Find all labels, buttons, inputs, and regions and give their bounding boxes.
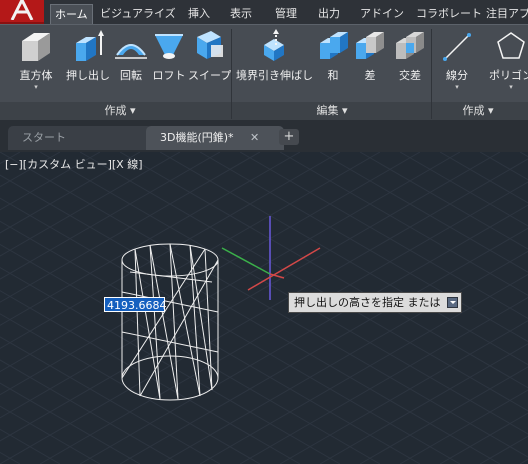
ribbon-tab-bar: ホーム ビジュアライズ 挿入 表示 管理 出力 アドイン コラボレート 注目アプ (0, 0, 528, 25)
tab-collaborate[interactable]: コラボレート (412, 4, 486, 24)
tab-drawing-3d-cone[interactable]: 3D機能(円錐)* (146, 126, 284, 150)
grid-line (0, 152, 101, 211)
dynamic-input-field[interactable]: 4193.6684 (104, 297, 167, 312)
intersect-icon (396, 32, 424, 59)
close-tab-icon[interactable]: ✕ (250, 131, 259, 144)
tab-view[interactable]: 表示 (226, 4, 256, 24)
panel-label-edit[interactable]: 編集 ▾ (232, 104, 432, 118)
panel-label-draw[interactable]: 作成 ▾ (438, 104, 518, 118)
sweep-icon (197, 31, 223, 59)
subtract-label: 差 (364, 69, 376, 82)
sweep-label: スイープ (188, 69, 232, 82)
extrude-icon (76, 30, 104, 61)
grid-line (0, 152, 21, 165)
application-menu-button[interactable] (0, 0, 44, 24)
tab-addins[interactable]: アドイン (356, 4, 408, 24)
extrude-button[interactable]: 押し出し (64, 29, 112, 83)
box-button[interactable]: 直方体 ▾ (14, 29, 58, 91)
viewport-controls[interactable]: [−][カスタム ビュー][X 線] (5, 156, 143, 172)
box-icon (22, 33, 50, 61)
loft-label: ロフト (152, 69, 186, 82)
presspull-label: 境界引き伸ばし (236, 69, 313, 82)
intersect-label: 交差 (399, 69, 421, 82)
options-dropdown-icon[interactable] (447, 297, 458, 308)
revolve-label: 回転 (120, 69, 142, 82)
grid-line (0, 405, 101, 464)
tab-output[interactable]: 出力 (314, 4, 344, 24)
revolve-icon (115, 44, 147, 59)
new-tab-button[interactable]: + (279, 129, 299, 145)
polygon-label: ポリゴン (489, 69, 528, 82)
prompt-text: 押し出しの高さを指定 または (294, 296, 441, 309)
line-label: 線分 (446, 69, 468, 82)
autocad-logo-icon (10, 0, 34, 20)
box-dropdown-icon: ▾ (34, 83, 38, 91)
polygon-icon (497, 32, 525, 59)
document-tab-strip: スタート 3D機能(円錐)* (0, 120, 528, 152)
line-icon (443, 33, 471, 61)
union-button[interactable]: 和 (316, 29, 350, 83)
presspull-icon (264, 29, 284, 61)
polygon-button[interactable]: ポリゴン ▾ (486, 29, 528, 91)
tab-visualize[interactable]: ビジュアライズ (96, 4, 180, 24)
subtract-button[interactable]: 差 (352, 29, 388, 83)
ribbon-panel: 直方体 ▾ 押し出し 回転 ロフト スイープ 境界引き伸ばし 和 差 交差 線分… (0, 24, 528, 121)
line-button[interactable]: 線分 ▾ (438, 29, 476, 91)
tab-featured-apps[interactable]: 注目アプ (482, 4, 528, 24)
tab-insert[interactable]: 挿入 (184, 4, 214, 24)
revolve-button[interactable]: 回転 (112, 29, 150, 83)
presspull-button[interactable]: 境界引き伸ばし (236, 29, 313, 83)
intersect-button[interactable]: 交差 (390, 29, 430, 83)
tab-home[interactable]: ホーム (50, 4, 93, 25)
autocad-window: ホーム ビジュアライズ 挿入 表示 管理 出力 アドイン コラボレート 注目アプ… (0, 0, 528, 464)
cylinder-wireframe (121, 243, 219, 401)
grid-line (0, 451, 21, 464)
tab-start[interactable]: スタート (8, 126, 152, 150)
union-label: 和 (327, 69, 339, 82)
sweep-button[interactable]: スイープ (188, 29, 232, 83)
command-prompt-tooltip: 押し出しの高さを指定 または (288, 292, 462, 313)
loft-button[interactable]: ロフト (150, 29, 188, 83)
polygon-dropdown-icon: ▾ (509, 83, 513, 91)
tab-manage[interactable]: 管理 (271, 4, 301, 24)
panel-label-create[interactable]: 作成 ▾ (20, 104, 220, 118)
extrude-label: 押し出し (66, 69, 110, 82)
union-icon (320, 32, 348, 59)
box-label: 直方体 (19, 69, 53, 82)
subtract-icon (356, 32, 384, 59)
loft-icon (155, 34, 183, 59)
line-dropdown-icon: ▾ (455, 83, 459, 91)
